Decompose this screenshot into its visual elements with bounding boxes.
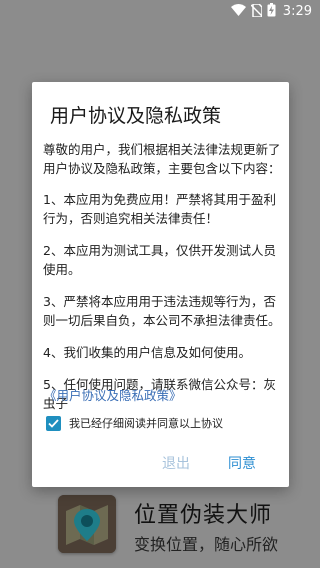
dialog-body: 尊敬的用户，我们根据相关法律法规更新了用户协议及隐私政策，主要包含以下内容： 1… bbox=[43, 140, 283, 426]
policy-item: 1、本应用为免费应用！严禁将其用于盈利行为，否则追究相关法律责任！ bbox=[43, 192, 276, 226]
app-title: 位置伪装大师 bbox=[134, 503, 273, 528]
dialog-intro: 尊敬的用户，我们根据相关法律法规更新了用户协议及隐私政策，主要包含以下内容： bbox=[43, 142, 281, 176]
exit-button[interactable]: 退出 bbox=[162, 453, 190, 473]
checkmark-icon bbox=[48, 418, 59, 428]
dialog-actions: 退出 同意 bbox=[32, 449, 289, 479]
no-sim-icon bbox=[250, 2, 263, 21]
agree-checkbox[interactable] bbox=[46, 415, 61, 431]
policy-item: 3、严禁将本应用用于违法违规等行为，否则一切后果自负，本公司不承担法律责任。 bbox=[43, 294, 281, 328]
app-logo-icon bbox=[58, 495, 116, 553]
agree-checkbox-label: 我已经仔细阅读并同意以上协议 bbox=[69, 417, 223, 430]
privacy-policy-dialog: 用户协议及隐私政策 尊敬的用户，我们根据相关法律法规更新了用户协议及隐私政策，主… bbox=[32, 82, 289, 487]
wifi-icon bbox=[230, 4, 246, 20]
agree-checkbox-row[interactable]: 我已经仔细阅读并同意以上协议 bbox=[46, 415, 223, 431]
status-bar: 3:29 bbox=[0, 0, 320, 24]
policy-link[interactable]: 《用户协议及隐私政策》 bbox=[44, 385, 182, 404]
dialog-title: 用户协议及隐私政策 bbox=[50, 105, 222, 127]
policy-item: 4、我们收集的用户信息及如何使用。 bbox=[43, 345, 251, 360]
policy-item: 2、本应用为测试工具，仅供开发测试人员使用。 bbox=[43, 243, 276, 277]
app-subtitle: 变换位置，随心所欲 bbox=[134, 535, 279, 554]
battery-charging-icon bbox=[267, 3, 276, 21]
app-header: 位置伪装大师 变换位置，随心所欲 bbox=[58, 495, 320, 555]
agree-button[interactable]: 同意 bbox=[228, 453, 256, 473]
status-time: 3:29 bbox=[282, 4, 312, 19]
status-icons: 3:29 bbox=[230, 2, 312, 21]
